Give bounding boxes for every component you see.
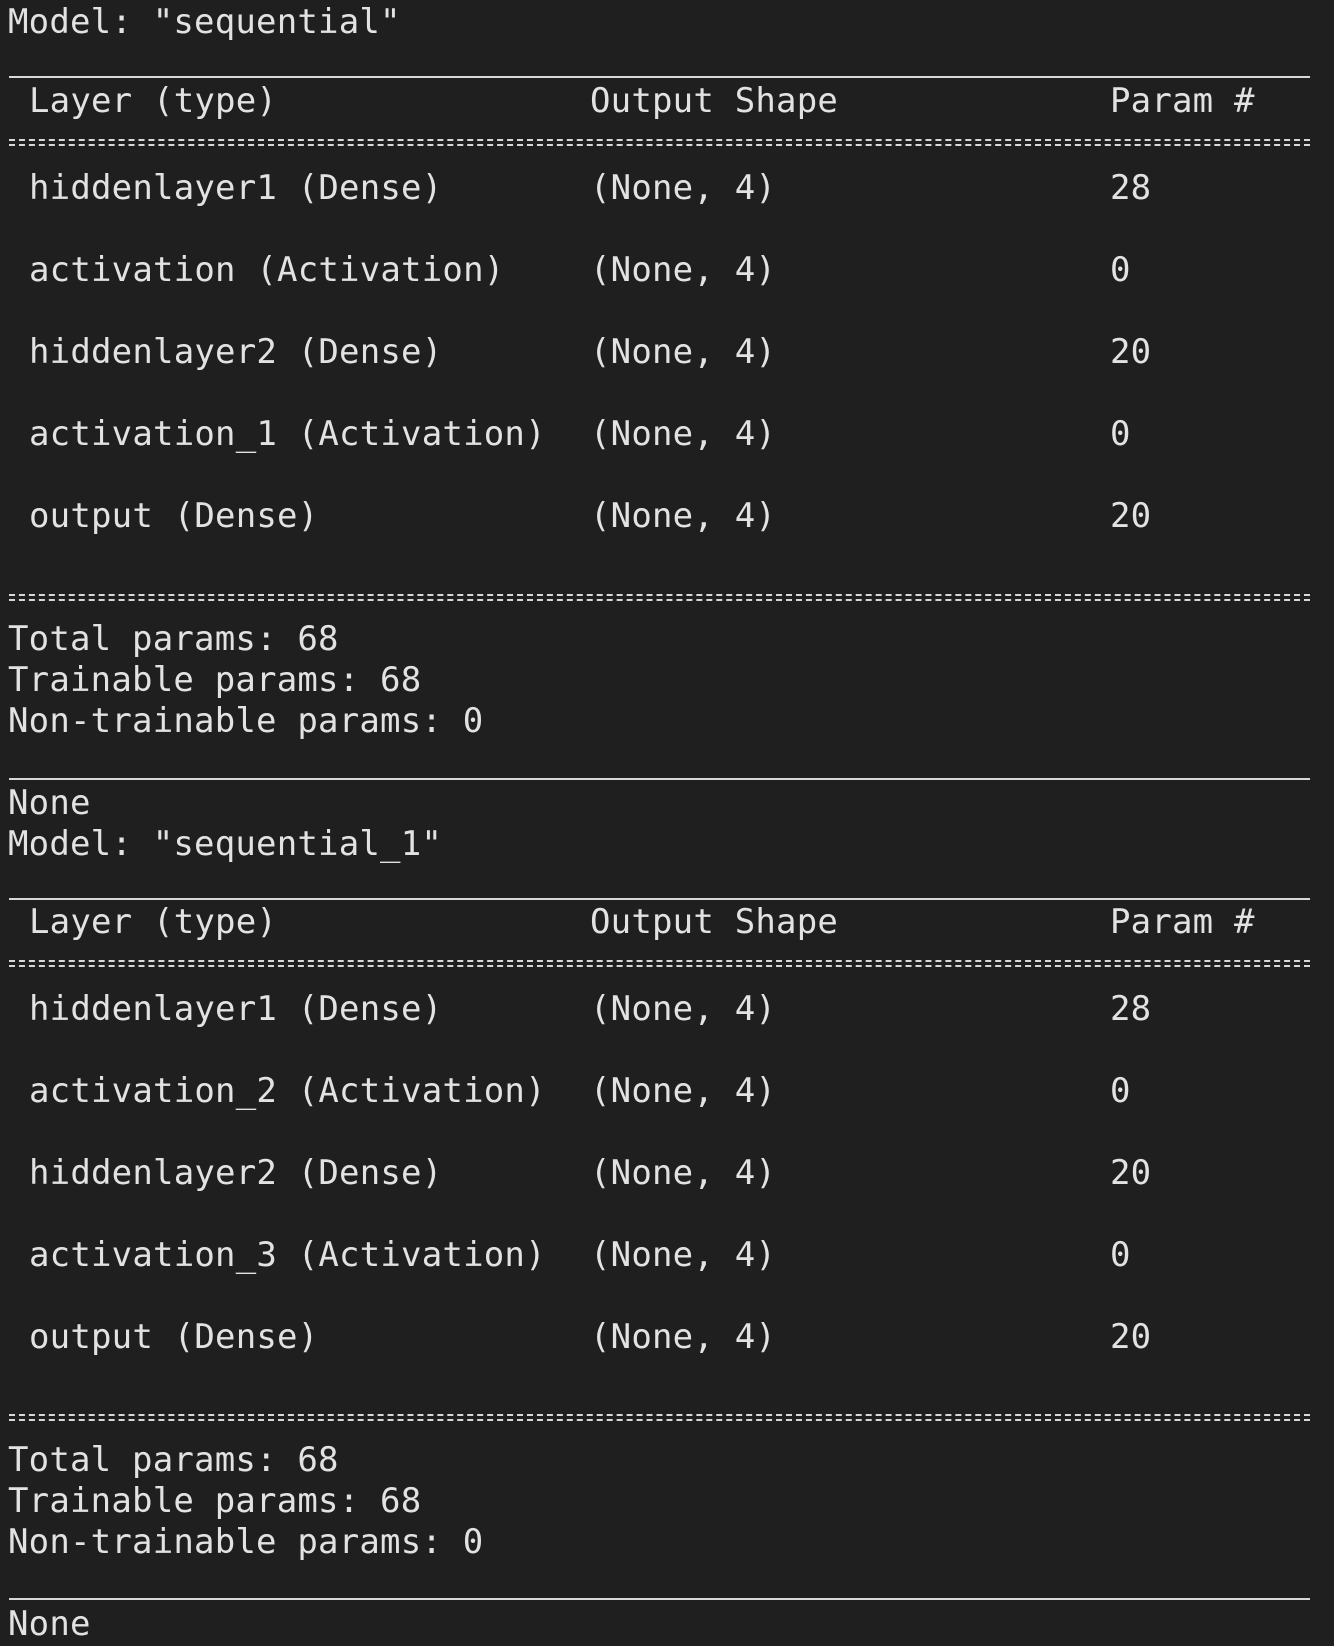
total-params: Total params: 68 — [8, 619, 339, 659]
layer-output-shape: (None, 4) — [590, 1153, 777, 1193]
header-layer-type: Layer (type) — [29, 81, 278, 121]
header-layer-type: Layer (type) — [29, 902, 278, 942]
layer-param-count: 28 — [1110, 168, 1152, 208]
layer-output-shape: (None, 4) — [590, 989, 777, 1029]
return-value: None — [8, 783, 91, 823]
layer-output-shape: (None, 4) — [590, 496, 777, 536]
layer-name: hiddenlayer2 (Dense) — [29, 1153, 443, 1193]
layer-name: activation (Activation) — [29, 250, 505, 290]
rule-double — [9, 1414, 1310, 1421]
model-title: Model: "sequential" — [8, 2, 401, 42]
layer-param-count: 20 — [1110, 332, 1152, 372]
rule-single — [9, 76, 1310, 78]
layer-output-shape: (None, 4) — [590, 332, 777, 372]
terminal-output: Model: "sequential" Layer (type) Output … — [0, 0, 1334, 1646]
layer-output-shape: (None, 4) — [590, 168, 777, 208]
trainable-params: Trainable params: 68 — [8, 660, 422, 700]
rule-single — [9, 1598, 1310, 1600]
layer-output-shape: (None, 4) — [590, 250, 777, 290]
layer-name: hiddenlayer2 (Dense) — [29, 332, 443, 372]
rule-double — [9, 960, 1310, 967]
layer-name: activation_3 (Activation) — [29, 1235, 546, 1275]
return-value: None — [8, 1604, 91, 1644]
layer-param-count: 0 — [1110, 1235, 1131, 1275]
layer-name: activation_1 (Activation) — [29, 414, 546, 454]
rule-double — [9, 139, 1310, 146]
layer-output-shape: (None, 4) — [590, 1317, 777, 1357]
layer-name: activation_2 (Activation) — [29, 1071, 546, 1111]
layer-name: output (Dense) — [29, 496, 319, 536]
rule-single — [9, 778, 1310, 780]
rule-double — [9, 594, 1310, 601]
layer-output-shape: (None, 4) — [590, 414, 777, 454]
layer-param-count: 20 — [1110, 1317, 1152, 1357]
layer-param-count: 0 — [1110, 414, 1131, 454]
non-trainable-params: Non-trainable params: 0 — [8, 701, 484, 741]
layer-param-count: 0 — [1110, 1071, 1131, 1111]
layer-param-count: 0 — [1110, 250, 1131, 290]
layer-name: hiddenlayer1 (Dense) — [29, 989, 443, 1029]
layer-name: hiddenlayer1 (Dense) — [29, 168, 443, 208]
layer-param-count: 28 — [1110, 989, 1152, 1029]
header-param-count: Param # — [1110, 902, 1255, 942]
layer-param-count: 20 — [1110, 496, 1152, 536]
total-params: Total params: 68 — [8, 1440, 339, 1480]
non-trainable-params: Non-trainable params: 0 — [8, 1522, 484, 1562]
header-output-shape: Output Shape — [590, 81, 839, 121]
header-param-count: Param # — [1110, 81, 1255, 121]
model-title: Model: "sequential_1" — [8, 824, 443, 864]
header-output-shape: Output Shape — [590, 902, 839, 942]
layer-name: output (Dense) — [29, 1317, 319, 1357]
layer-output-shape: (None, 4) — [590, 1071, 777, 1111]
trainable-params: Trainable params: 68 — [8, 1481, 422, 1521]
rule-single — [9, 898, 1310, 900]
layer-output-shape: (None, 4) — [590, 1235, 777, 1275]
layer-param-count: 20 — [1110, 1153, 1152, 1193]
